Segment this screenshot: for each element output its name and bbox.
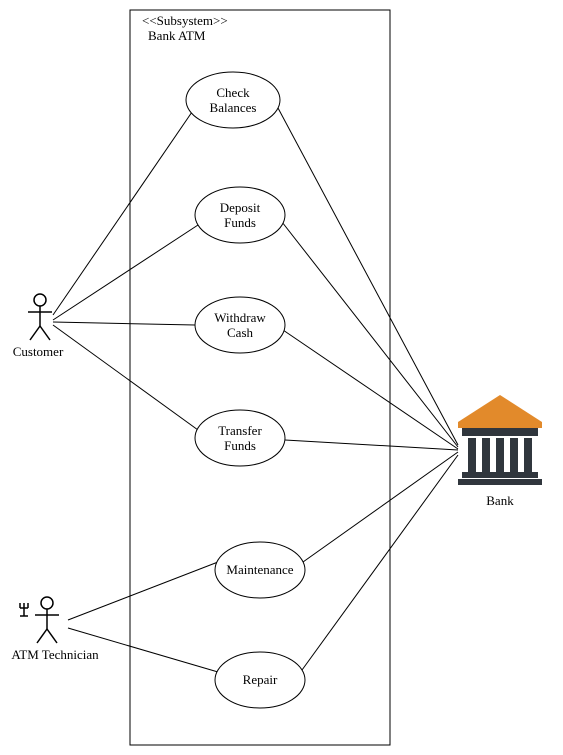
svg-text:Maintenance: Maintenance [226,562,293,577]
wrench-icon [20,603,28,616]
assoc-customer-transfer [53,325,198,430]
svg-text:Check: Check [216,85,250,100]
svg-text:Withdraw: Withdraw [214,310,266,325]
assoc-customer-deposit [53,225,198,320]
use-case-diagram: <<Subsystem>> Bank ATM Check Balances De… [0,0,563,755]
assoc-tech-maintenance [68,562,218,620]
svg-text:Repair: Repair [243,672,278,687]
actor-technician [20,597,59,643]
assoc-bank-repair [302,455,458,670]
system-name: Bank ATM [148,28,206,43]
assoc-bank-check [278,108,458,445]
person-icon [41,597,53,609]
svg-text:Deposit: Deposit [220,200,261,215]
use-case-maintenance: Maintenance [215,542,305,598]
assoc-bank-withdraw [283,330,458,449]
actor-bank [458,395,542,485]
svg-text:Funds: Funds [224,438,256,453]
actor-customer [28,294,52,340]
actor-customer-label: Customer [13,344,64,359]
assoc-bank-deposit [282,222,458,447]
person-icon [34,294,46,306]
use-case-check-balances: Check Balances [186,72,280,128]
use-case-deposit-funds: Deposit Funds [195,187,285,243]
assoc-customer-withdraw [53,322,195,325]
use-case-transfer-funds: Transfer Funds [195,410,285,466]
actor-technician-label: ATM Technician [11,647,99,662]
use-case-withdraw-cash: Withdraw Cash [195,297,285,353]
assoc-bank-transfer [285,440,458,450]
svg-text:Cash: Cash [227,325,254,340]
system-stereotype: <<Subsystem>> [142,13,228,28]
assoc-bank-maintenance [303,452,458,562]
actor-bank-label: Bank [486,493,514,508]
assoc-customer-check [53,112,192,315]
svg-text:Transfer: Transfer [218,423,262,438]
svg-text:Funds: Funds [224,215,256,230]
svg-text:Balances: Balances [210,100,257,115]
bank-icon [458,395,542,485]
use-case-repair: Repair [215,652,305,708]
